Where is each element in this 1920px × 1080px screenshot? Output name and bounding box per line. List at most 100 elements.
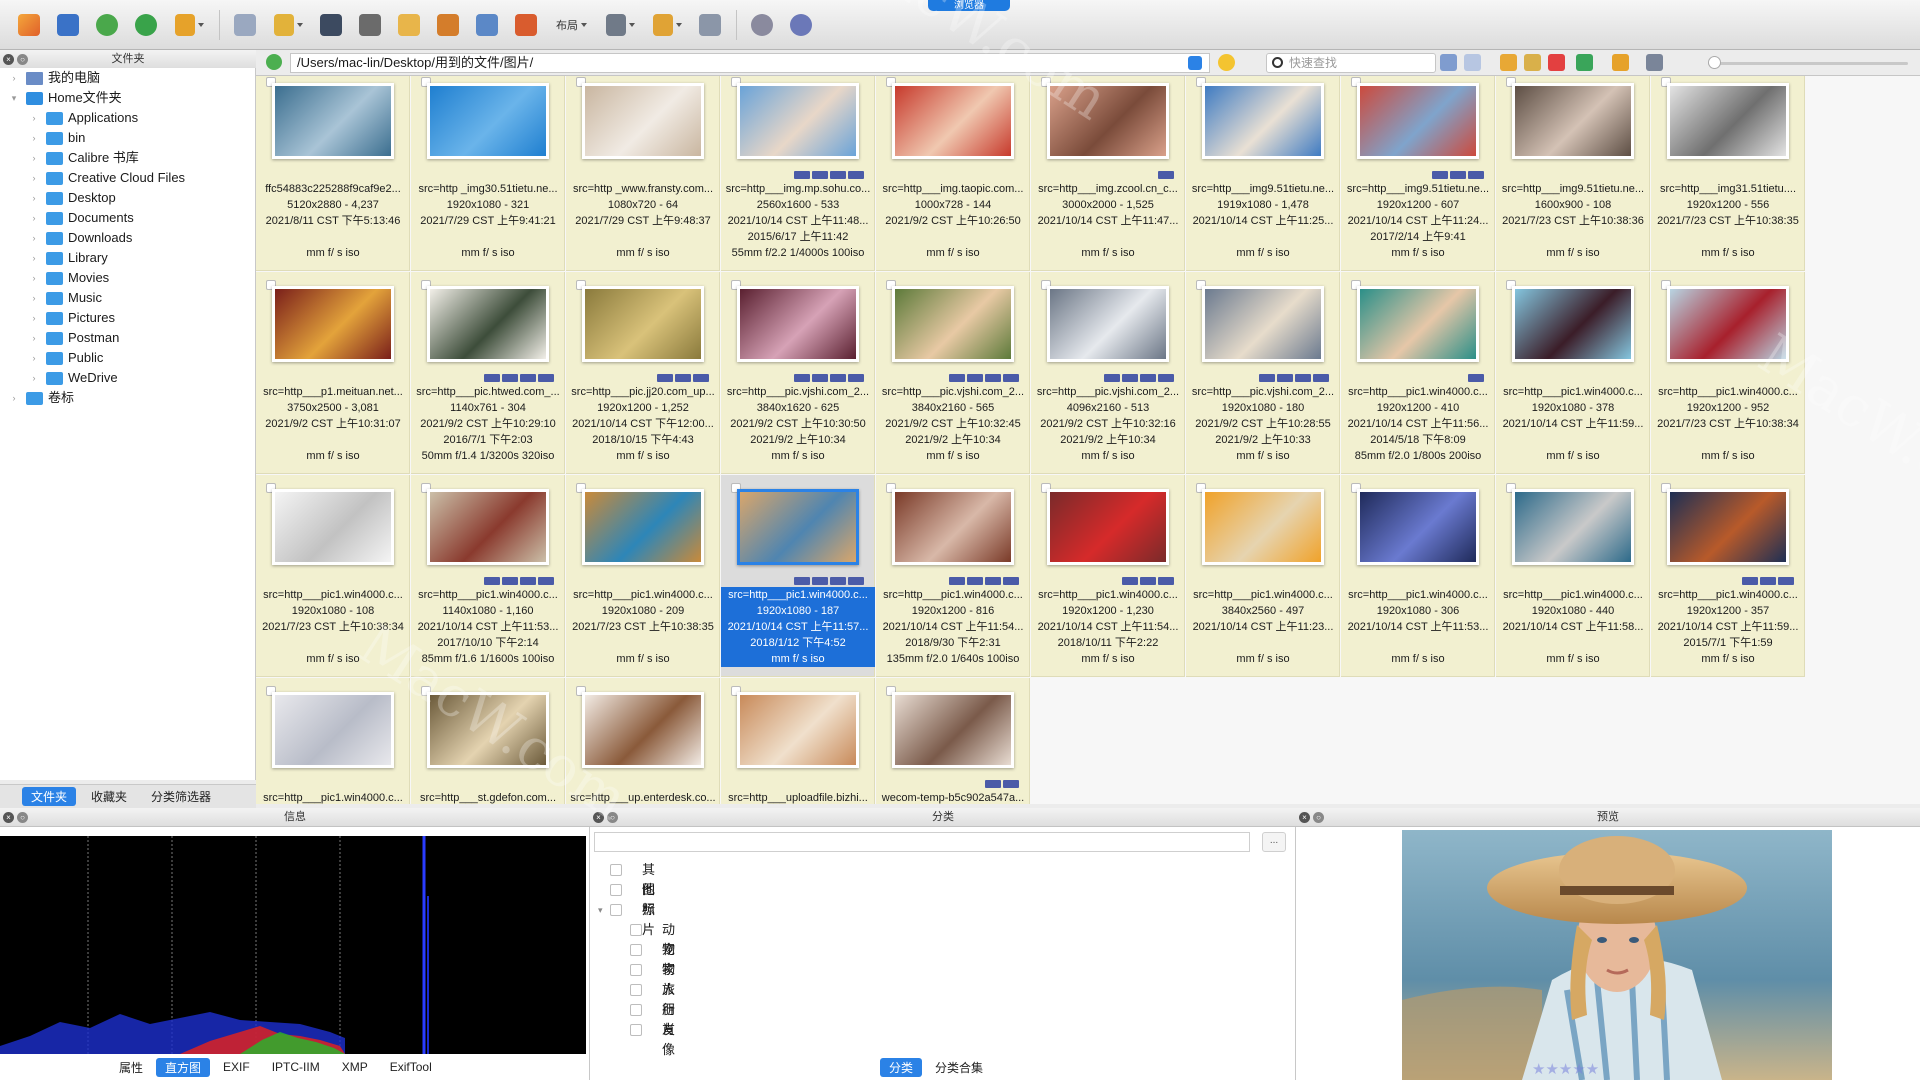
wallpaper-button[interactable] (511, 10, 541, 40)
tab-info-tabs[interactable]: ExifTool (381, 1059, 441, 1075)
thumbnail-image[interactable] (272, 83, 394, 159)
thumbnail-image[interactable] (892, 489, 1014, 565)
thumbnail-card[interactable]: src=http___img.mp.sohu.co... 2560x1600 - … (721, 76, 875, 271)
thumbnail-image[interactable] (892, 692, 1014, 768)
thumbnail-image[interactable] (1667, 83, 1789, 159)
chevron-right-icon[interactable]: › (28, 268, 40, 288)
go-up-icon[interactable] (266, 54, 282, 70)
layout-dropdown[interactable]: 布局 (556, 17, 587, 33)
chevron-right-icon[interactable]: › (28, 348, 40, 368)
tree-item[interactable]: › Applications (0, 108, 255, 128)
tree-item[interactable]: › Creative Cloud Files (0, 168, 255, 188)
tab-info-tabs[interactable]: 直方图 (156, 1057, 211, 1077)
view-mode-dropdown[interactable] (601, 10, 639, 40)
tree-item[interactable]: › 卷标 (0, 388, 255, 408)
thumbnail-card[interactable]: src=http___p1.meituan.net... 3750x2500 - … (256, 272, 410, 474)
fullscreen-button[interactable] (53, 10, 83, 40)
thumbnail-image[interactable] (1512, 286, 1634, 362)
chevron-right-icon[interactable]: › (28, 308, 40, 328)
thumbnail-image[interactable] (737, 489, 859, 565)
tag-icon[interactable] (1576, 54, 1593, 71)
thumbnail-card[interactable]: src=http___st.gdefon.com...1600x900 - 70… (411, 678, 565, 804)
thumbnail-card[interactable]: src=http___pic1.win4000.c... 1920x1200 - … (1031, 475, 1185, 677)
thumbnail-image[interactable] (427, 692, 549, 768)
quick-search-input[interactable]: 快速查找 (1266, 53, 1436, 73)
category-checkbox[interactable] (630, 924, 642, 936)
path-input[interactable]: /Users/mac-lin/Desktop/用到的文件/图片/ (290, 53, 1210, 73)
thumbnail-image[interactable] (1047, 286, 1169, 362)
thumbnail-card[interactable]: src=http _img30.51tietu.ne... 1920x1080 -… (411, 76, 565, 271)
category-checkbox[interactable] (630, 984, 642, 996)
thumbnail-card[interactable]: src=http___pic1.win4000.c... 1920x1080 - … (256, 475, 410, 677)
open-browser-button[interactable] (14, 10, 44, 40)
thumbnail-card[interactable]: src=http___pic1.win4000.c... 1920x1080 - … (721, 475, 875, 677)
category-checkbox[interactable] (630, 964, 642, 976)
thumbnail-image[interactable] (1667, 489, 1789, 565)
thumbnail-card[interactable]: src=http___pic1.win4000.c... 1920x1200 - … (1651, 475, 1805, 677)
close-panel-icon[interactable]: × (3, 54, 14, 65)
tab-left-tabs[interactable]: 收藏夹 (82, 787, 136, 806)
slideshow-button[interactable] (433, 10, 463, 40)
bookmark-dropdown[interactable] (648, 10, 686, 40)
edit-icon[interactable] (1524, 54, 1541, 71)
thumbnail-image[interactable] (272, 286, 394, 362)
thumbnail-image[interactable] (272, 692, 394, 768)
close-panel-icon[interactable]: × (593, 812, 604, 823)
thumbnail-card[interactable]: wecom-temp-b5c902a547a...1920x1080 - 197… (876, 678, 1030, 804)
back-arrow-icon[interactable] (1440, 54, 1457, 71)
thumbnail-image[interactable] (582, 692, 704, 768)
thumbnail-card[interactable]: src=http___pic1.win4000.c... 1920x1080 - … (566, 475, 720, 677)
sync-button[interactable] (131, 10, 161, 40)
chevron-right-icon[interactable]: › (28, 288, 40, 308)
tree-item[interactable]: ▾ Home文件夹 (0, 88, 255, 108)
tree-item[interactable]: › Calibre 书库 (0, 148, 255, 168)
thumbnail-card[interactable]: src=http___uploadfile.bizhi...1920x1080 … (721, 678, 875, 804)
rating-stars[interactable]: ★★★★★ (1532, 1060, 1599, 1078)
chevron-right-icon[interactable]: › (28, 168, 40, 188)
tree-item[interactable]: › Postman (0, 328, 255, 348)
tree-item[interactable]: › bin (0, 128, 255, 148)
tree-item[interactable]: › 我的电脑 (0, 68, 255, 88)
chevron-right-icon[interactable]: › (28, 208, 40, 228)
thumbnail-card[interactable]: src=http___img.taopic.com... 1000x728 - 1… (876, 76, 1030, 271)
chevron-right-icon[interactable]: › (28, 228, 40, 248)
thumbnail-card[interactable]: src=http___pic1.win4000.c... 1920x1080 - … (1341, 475, 1495, 677)
thumbnail-card[interactable]: src=http___pic1.win4000.c... 1920x1080 - … (1496, 475, 1650, 677)
thumbnail-card[interactable]: src=http___img9.51tietu.ne... 1920x1200 -… (1341, 76, 1495, 271)
thumbnail-image[interactable] (1202, 286, 1324, 362)
category-checkbox[interactable] (610, 864, 622, 876)
tree-item[interactable]: › Movies (0, 268, 255, 288)
tree-item[interactable]: › WeDrive (0, 368, 255, 388)
thumbnail-image[interactable] (892, 83, 1014, 159)
forward-arrow-icon[interactable] (1464, 54, 1481, 71)
chevron-right-icon[interactable]: › (8, 68, 20, 88)
thumbnail-card[interactable]: src=http _www.fransty.com... 1080x720 - 6… (566, 76, 720, 271)
thumbnail-image[interactable] (1357, 286, 1479, 362)
thumbnail-image[interactable] (582, 83, 704, 159)
chevron-right-icon[interactable]: › (28, 328, 40, 348)
category-checkbox[interactable] (630, 1024, 642, 1036)
chevron-right-icon[interactable]: › (28, 108, 40, 128)
new-folder-icon[interactable] (1500, 54, 1517, 71)
chevron-right-icon[interactable]: › (28, 128, 40, 148)
thumbnail-image[interactable] (427, 83, 549, 159)
tree-item[interactable]: › Pictures (0, 308, 255, 328)
category-input[interactable] (594, 832, 1250, 852)
thumbnail-card[interactable]: src=http___up.enterdesk.co...1920x1200 -… (566, 678, 720, 804)
thumbnail-card[interactable]: src=http___pic1.win4000.c... 1140x1080 - … (411, 475, 565, 677)
thumbnail-card[interactable]: src=http___pic.vjshi.com_2... 1920x1080 -… (1186, 272, 1340, 474)
tree-item[interactable]: › Desktop (0, 188, 255, 208)
thumbnail-card[interactable]: src=http___pic1.win4000.c... 1920x1200 - … (1341, 272, 1495, 474)
thumbnail-card[interactable]: src=http___img9.51tietu.ne... 1919x1080 -… (1186, 76, 1340, 271)
thumbnail-card[interactable]: src=http___pic1.win4000.c... 1920x1200 - … (1651, 272, 1805, 474)
thumbnail-image[interactable] (737, 692, 859, 768)
tab-info-tabs[interactable]: XMP (333, 1059, 377, 1075)
thumbnail-card[interactable]: src=http___pic1.win4000.c... 1920x1200 - … (876, 475, 1030, 677)
float-panel-icon[interactable]: ○ (17, 54, 28, 65)
refresh-button[interactable] (92, 10, 122, 40)
thumbnail-image[interactable] (1047, 489, 1169, 565)
chevron-right-icon[interactable]: › (28, 148, 40, 168)
thumbnail-size-slider[interactable] (1708, 62, 1908, 65)
tab-left-tabs[interactable]: 分类筛选器 (142, 787, 220, 806)
chevron-right-icon[interactable]: › (28, 188, 40, 208)
